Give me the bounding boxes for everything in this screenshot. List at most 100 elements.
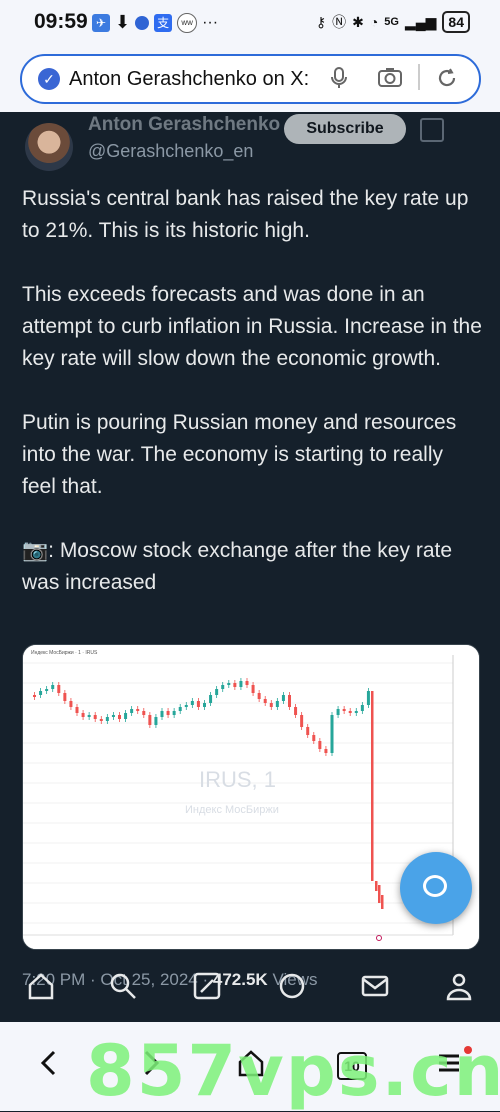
candle — [318, 741, 322, 749]
candle — [166, 711, 170, 715]
refresh-icon[interactable] — [435, 66, 459, 96]
circle-app-icon: ww — [177, 12, 198, 33]
app-notification-icon: ✈ — [92, 13, 110, 32]
status-time: 09:59 — [34, 10, 88, 33]
candle — [330, 715, 334, 753]
candle — [33, 695, 36, 697]
candle — [324, 749, 328, 753]
battery-indicator: 84 — [442, 11, 470, 33]
candle — [300, 715, 304, 727]
bluetooth-icon: ✱ — [352, 13, 364, 30]
candle — [221, 685, 225, 689]
compose-icon[interactable] — [192, 971, 222, 1007]
candle — [306, 727, 310, 735]
subscribe-button[interactable]: Subscribe — [284, 114, 406, 144]
post-content: Anton Gerashchenko @Gerashchenko_en Subs… — [0, 112, 500, 1022]
camera-icon[interactable] — [377, 66, 403, 94]
candle — [381, 895, 384, 909]
candle — [281, 695, 285, 701]
author-handle[interactable]: @Gerashchenko_en — [88, 141, 253, 162]
author-name[interactable]: Anton Gerashchenko — [88, 114, 280, 136]
candle — [51, 685, 55, 689]
candle — [251, 685, 255, 693]
candle — [130, 709, 134, 713]
new-post-fab[interactable] — [400, 852, 472, 924]
candle — [69, 701, 73, 707]
candle — [196, 701, 200, 707]
candle — [233, 683, 237, 687]
tweet-text: Russia's central bank has raised the key… — [22, 183, 482, 599]
browser-toolbar: ✓ Anton Gerashchenko on X: — [0, 46, 500, 112]
candle — [111, 715, 115, 717]
candle — [136, 709, 140, 711]
candle — [45, 689, 49, 691]
network-label: 5G — [384, 16, 399, 28]
secure-shield-icon: ✓ — [38, 68, 60, 90]
chart-header: Индекс МосБиржи · 1 · IRUS — [31, 650, 98, 656]
bottom-tab-bar — [0, 969, 500, 1009]
candle — [227, 683, 231, 685]
grok-icon[interactable] — [420, 118, 444, 142]
candle — [269, 703, 273, 707]
candle — [209, 695, 213, 703]
people-icon[interactable] — [442, 971, 476, 1007]
candle — [184, 705, 188, 707]
dot-app-icon — [135, 15, 150, 30]
candle — [239, 681, 243, 687]
candle — [348, 711, 352, 713]
wifi-icon: ◔ — [369, 14, 379, 30]
address-text[interactable]: Anton Gerashchenko on X: — [69, 68, 309, 91]
candle — [275, 701, 279, 707]
candle — [142, 711, 146, 715]
candle — [154, 717, 158, 725]
candle — [360, 705, 364, 711]
candle — [118, 715, 121, 719]
signal-icon: ▂▄▆ — [404, 13, 437, 30]
candle — [105, 717, 109, 721]
candle — [215, 689, 219, 695]
candle — [75, 707, 79, 713]
candle — [378, 885, 381, 903]
candle — [81, 713, 85, 717]
tweet-paragraph: Putin is pouring Russian money and resou… — [22, 411, 457, 498]
candle — [39, 691, 43, 695]
tweet-paragraph: 📷: Moscow stock exchange after the key r… — [22, 539, 453, 594]
candle — [190, 701, 194, 705]
candle — [375, 881, 378, 891]
candle — [93, 715, 97, 719]
system-icons: ⚷ Ⓝ ✱ ◔ 5G ▂▄▆ 84 — [316, 11, 470, 33]
chart-watermark-subtitle: Индекс МосБиржи — [185, 804, 279, 816]
candle — [87, 715, 91, 717]
candle — [203, 703, 206, 707]
site-watermark: 857vps.cn — [86, 1030, 500, 1112]
alipay-icon: 支 — [154, 13, 173, 32]
candle — [124, 713, 128, 719]
messages-icon[interactable] — [360, 971, 390, 1007]
back-icon[interactable] — [38, 1048, 60, 1085]
key-icon: ⚷ — [315, 13, 327, 30]
candle — [178, 707, 182, 711]
tweet-paragraph: Russia's central bank has raised the key… — [22, 187, 469, 242]
status-bar: 09:59 ✈ ⬇ 支 ww ··· ⚷ Ⓝ ✱ ◔ 5G ▂▄▆ 84 — [0, 0, 500, 46]
address-bar[interactable]: ✓ Anton Gerashchenko on X: — [20, 54, 481, 104]
candle — [312, 735, 316, 741]
microphone-icon[interactable] — [330, 66, 348, 96]
tweet-paragraph: This exceeds forecasts and was done in a… — [22, 283, 482, 370]
candle — [63, 693, 67, 701]
candle — [263, 699, 267, 703]
communities-icon[interactable] — [277, 971, 307, 1007]
candle — [342, 709, 346, 711]
nfc-icon: Ⓝ — [332, 14, 347, 30]
author-avatar[interactable] — [25, 123, 73, 171]
candle — [99, 719, 103, 721]
candle — [245, 681, 249, 685]
home-icon[interactable] — [26, 971, 56, 1007]
candle — [160, 711, 164, 717]
candle — [57, 685, 61, 693]
candle — [294, 707, 298, 715]
notification-icons: ✈ ⬇ 支 ww ··· — [92, 12, 218, 33]
candle — [172, 711, 176, 715]
drop-candle — [371, 691, 374, 881]
candle — [257, 693, 261, 699]
search-icon[interactable] — [108, 971, 138, 1007]
